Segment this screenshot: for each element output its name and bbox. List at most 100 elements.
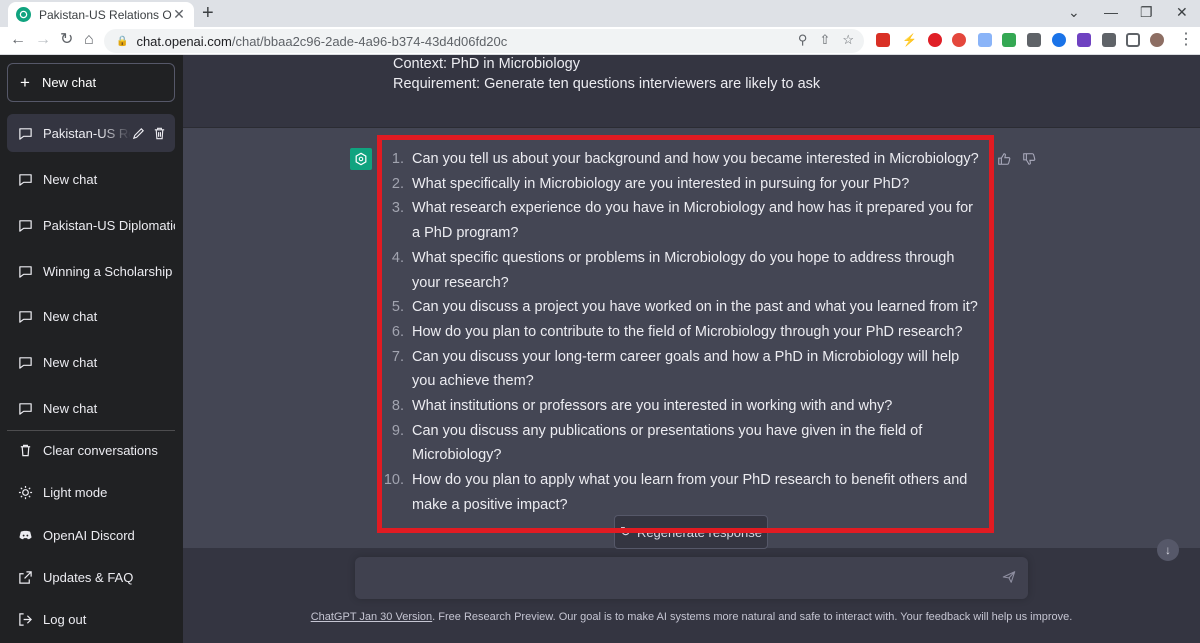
new-chat-label: New chat <box>41 75 97 90</box>
regenerate-icon: ↻ <box>620 524 631 539</box>
close-window-button[interactable]: ✕ <box>1176 4 1188 21</box>
edit-pencil-icon[interactable] <box>131 126 146 141</box>
light-mode-button[interactable]: Light mode <box>7 473 175 511</box>
extension-red-icon[interactable] <box>876 33 890 47</box>
tab-close-icon[interactable]: ✕ <box>172 6 186 23</box>
extension-adblock-icon[interactable] <box>952 33 966 47</box>
answer-number: 7. <box>391 348 404 365</box>
extension-opera-icon[interactable] <box>928 33 942 47</box>
chat-bubble-icon <box>19 219 32 232</box>
answer-item: 6. How do you plan to contribute to the f… <box>381 320 981 345</box>
extension-drive-icon[interactable] <box>1002 33 1016 47</box>
answer-number: 10. <box>383 472 404 489</box>
zoom-icon[interactable]: ⚲ <box>798 32 808 48</box>
answer-number: 2. <box>391 175 404 192</box>
chat-bubble-icon <box>19 402 32 415</box>
user-message: Context: PhD in Microbiology Requirement… <box>183 55 1200 128</box>
answer-text: How do you plan to contribute to the fie… <box>412 323 963 340</box>
message-input[interactable] <box>369 567 989 589</box>
sidebar-chat-item[interactable]: Pakistan-US Diplomatic <box>7 206 175 244</box>
share-icon[interactable]: ⇧ <box>819 32 830 48</box>
answer-text: Can you tell us about your background an… <box>412 151 979 167</box>
browser-tab-bar: Pakistan-US Relations Outline ✕ + ⌄ — ❐ … <box>0 0 1200 27</box>
answer-number: 6. <box>391 323 404 340</box>
answer-text: What specific questions or problems in M… <box>412 249 955 291</box>
tab-search-icon[interactable]: ⌄ <box>1068 4 1080 21</box>
answer-item: 9. Can you discuss any publications or pr… <box>381 419 981 468</box>
minimize-button[interactable]: — <box>1104 4 1118 20</box>
new-chat-button[interactable]: + New chat <box>7 63 175 102</box>
answer-text: What research experience do you have in … <box>412 200 973 242</box>
answer-item: 8. What institutions or professors are yo… <box>381 394 981 419</box>
back-arrow-icon[interactable]: ← <box>10 31 26 49</box>
sidebar-chat-label: New chat <box>43 354 98 370</box>
sidebar-chat-label: Pakistan-US Relations Outline <box>43 125 131 141</box>
sidebar-chat-item[interactable]: New chat <box>7 389 175 427</box>
log-out-label: Log out <box>43 611 87 627</box>
clear-conversations-button[interactable]: Clear conversations <box>7 431 175 469</box>
extension-capture-icon[interactable] <box>1027 33 1041 47</box>
chat-bubble-icon <box>19 173 32 186</box>
user-message-line: Context: PhD in Microbiology <box>393 56 580 72</box>
browser-tab[interactable]: Pakistan-US Relations Outline ✕ <box>8 2 194 27</box>
openai-discord-label: OpenAI Discord <box>43 527 135 543</box>
plus-icon: + <box>20 73 30 92</box>
light-mode-label: Light mode <box>43 484 108 500</box>
openai-discord-link[interactable]: OpenAI Discord <box>7 516 175 554</box>
lock-icon: 🔒 <box>116 35 129 47</box>
extension-bolt-icon[interactable]: ⚡ <box>902 33 917 47</box>
chatgpt-logo-icon <box>350 148 372 170</box>
footer-text: . Free Research Preview. Our goal is to … <box>432 611 1073 623</box>
version-link[interactable]: ChatGPT Jan 30 Version <box>311 611 432 623</box>
bookmark-star-icon[interactable]: ☆ <box>842 32 854 48</box>
sidebar-chat-item[interactable]: Pakistan-US Relations Outline <box>7 114 175 152</box>
url-host: chat.openai.com <box>136 33 232 49</box>
reload-icon[interactable]: ↻ <box>60 31 73 49</box>
delete-trash-icon[interactable] <box>152 126 167 141</box>
external-link-icon <box>19 570 32 584</box>
sidebar-chat-item[interactable]: New chat <box>7 297 175 335</box>
sidebar-chat-item[interactable]: Winning a Scholarship <box>7 252 175 290</box>
url-field[interactable]: 🔒 chat.openai.com/chat/bbaa2c96-2ade-4a9… <box>104 29 864 53</box>
answer-item: 2. What specifically in Microbiology are … <box>381 172 981 197</box>
sidebar-chat-label: Winning a Scholarship <box>43 263 173 279</box>
answer-item: 10. How do you plan to apply what you lea… <box>381 468 981 517</box>
regenerate-label: Regenerate response <box>636 524 762 540</box>
extensions-puzzle-icon[interactable] <box>1102 33 1116 47</box>
side-panel-icon[interactable] <box>1126 33 1140 47</box>
clear-conversations-label: Clear conversations <box>43 442 158 458</box>
extension-docs-icon[interactable] <box>978 33 992 47</box>
thumbs-down-icon[interactable] <box>1022 152 1036 169</box>
sidebar: + New chat Pakistan-US Relations Outline… <box>0 55 183 643</box>
sidebar-chat-item[interactable]: New chat <box>7 343 175 381</box>
url-path: /chat/bbaa2c96-2ade-4a96-b374-43d4d06fd2… <box>231 33 508 49</box>
chat-bubble-icon <box>19 265 32 278</box>
answer-item: 3. What research experience do you have i… <box>381 196 981 245</box>
forward-arrow-icon[interactable]: → <box>35 31 51 49</box>
send-icon[interactable] <box>1002 570 1016 587</box>
discord-icon <box>19 530 32 539</box>
regenerate-response-button[interactable]: ↻ Regenerate response <box>614 515 768 549</box>
footer-disclaimer: ChatGPT Jan 30 Version. Free Research Pr… <box>183 611 1200 623</box>
extension-purple-icon[interactable] <box>1077 33 1091 47</box>
new-tab-button[interactable]: + <box>202 2 214 24</box>
chat-bubble-icon <box>19 127 32 140</box>
scroll-down-button[interactable]: ↓ <box>1157 539 1179 561</box>
maximize-button[interactable]: ❐ <box>1140 4 1153 21</box>
chatgpt-favicon-icon <box>16 7 31 22</box>
answer-text: What specifically in Microbiology are yo… <box>412 175 910 192</box>
log-out-button[interactable]: Log out <box>7 600 175 638</box>
sidebar-chat-item[interactable]: New chat <box>7 160 175 198</box>
answer-number: 9. <box>391 422 404 439</box>
profile-avatar[interactable] <box>1150 33 1164 47</box>
home-icon[interactable]: ⌂ <box>84 31 94 49</box>
sidebar-chat-label: New chat <box>43 171 98 187</box>
browser-menu-icon[interactable]: ⋮ <box>1178 31 1194 49</box>
answer-text: Can you discuss any publications or pres… <box>412 422 923 464</box>
thumbs-up-icon[interactable] <box>997 152 1011 169</box>
answer-text: Can you discuss a project you have worke… <box>412 299 978 316</box>
answer-item: 5. Can you discuss a project you have wor… <box>381 295 981 320</box>
updates-faq-link[interactable]: Updates & FAQ <box>7 558 175 596</box>
extension-blue-icon[interactable] <box>1052 33 1066 47</box>
answer-number: 4. <box>391 249 404 266</box>
